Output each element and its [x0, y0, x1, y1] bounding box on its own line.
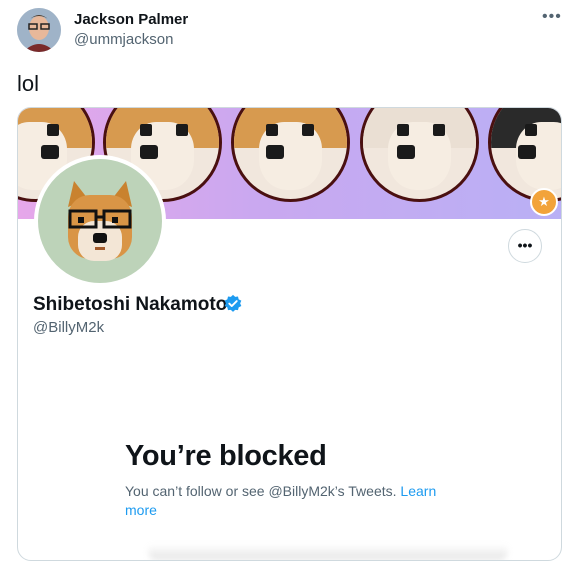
tweet-text: lol [17, 71, 40, 96]
author-avatar[interactable] [17, 8, 61, 52]
doge-pixel-art [231, 108, 350, 202]
award-badge-icon: ★ [530, 188, 558, 216]
author-handle[interactable]: @ummjackson [74, 31, 173, 48]
profile-avatar[interactable] [34, 155, 166, 287]
bottom-shadow [148, 544, 508, 560]
blocked-message-text: You can’t follow or see @BillyM2k’s Twee… [125, 483, 397, 499]
author-name[interactable]: Jackson Palmer [74, 11, 188, 28]
doge-avatar-icon [68, 181, 132, 261]
blocked-title: You’re blocked [125, 440, 327, 472]
doge-pixel-art [360, 108, 479, 202]
doge-pixel-art [488, 108, 561, 202]
profile-handle: @BillyM2k [33, 319, 105, 336]
profile-card-image[interactable]: ★ ••• Shibetoshi Nakamoto @BillyM2k You’… [17, 107, 562, 561]
tweet-more-button[interactable]: ••• [542, 8, 562, 26]
tweet: Jackson Palmer @ummjackson ••• lol ★ •••… [0, 0, 570, 570]
verified-badge-icon [224, 294, 242, 312]
profile-display-name: Shibetoshi Nakamoto [33, 294, 228, 315]
blocked-message: You can’t follow or see @BillyM2k’s Twee… [125, 482, 445, 520]
profile-more-button[interactable]: ••• [508, 229, 542, 263]
